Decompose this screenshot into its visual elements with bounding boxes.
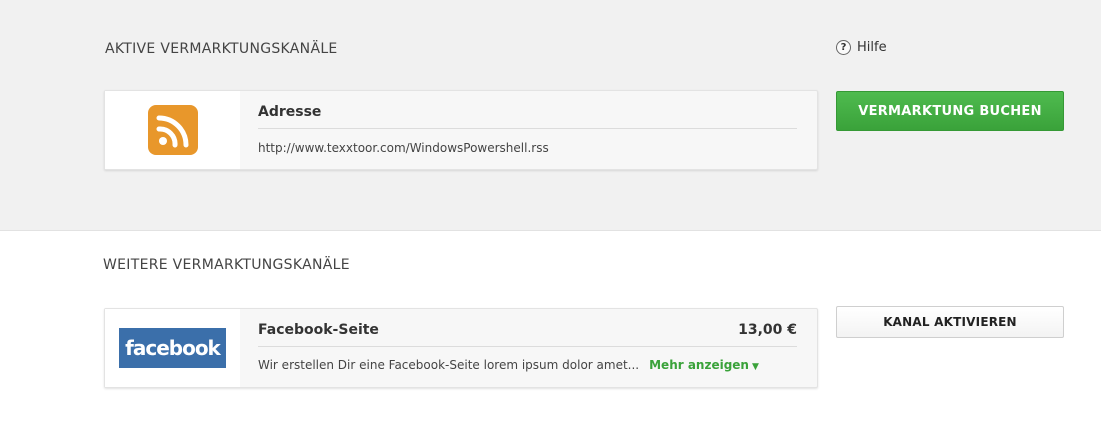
facebook-channel-card: facebook Facebook-Seite 13,00 € Wir erst… <box>104 308 818 388</box>
rss-title-row: Adresse <box>258 91 797 129</box>
facebook-logo-panel: facebook <box>105 309 240 387</box>
help-link[interactable]: ? Hilfe <box>836 39 887 55</box>
facebook-description: Wir erstellen Dir eine Facebook-Seite lo… <box>258 358 640 372</box>
facebook-card-body: Facebook-Seite 13,00 € Wir erstellen Dir… <box>240 309 817 387</box>
more-channels-heading: WEITERE VERMARKTUNGSKANÄLE <box>103 257 350 273</box>
facebook-title-row: Facebook-Seite 13,00 € <box>258 309 797 347</box>
rss-card-body: Adresse http://www.texxtoor.com/WindowsP… <box>240 91 817 169</box>
facebook-description-row: Wir erstellen Dir eine Facebook-Seite lo… <box>258 358 797 372</box>
facebook-price: 13,00 € <box>738 322 797 338</box>
facebook-card-title: Facebook-Seite <box>258 322 379 338</box>
facebook-logo: facebook <box>119 328 226 368</box>
show-more-label: Mehr anzeigen <box>649 358 749 372</box>
active-channels-heading: AKTIVE VERMARKTUNGSKANÄLE <box>105 41 338 57</box>
help-label: Hilfe <box>857 39 887 55</box>
rss-feed-url: http://www.texxtoor.com/WindowsPowershel… <box>258 141 549 155</box>
chevron-down-icon: ▼ <box>751 362 759 372</box>
rss-feed-icon <box>147 105 198 155</box>
book-marketing-button[interactable]: VERMARKTUNG BUCHEN <box>836 91 1064 131</box>
rss-channel-card: Adresse http://www.texxtoor.com/WindowsP… <box>104 90 818 170</box>
rss-logo-panel <box>105 91 240 169</box>
help-icon: ? <box>836 39 851 55</box>
rss-card-title: Adresse <box>258 104 322 120</box>
activate-channel-button[interactable]: KANAL AKTIVIEREN <box>836 306 1064 338</box>
show-more-link[interactable]: Mehr anzeigen ▼ <box>649 358 759 372</box>
